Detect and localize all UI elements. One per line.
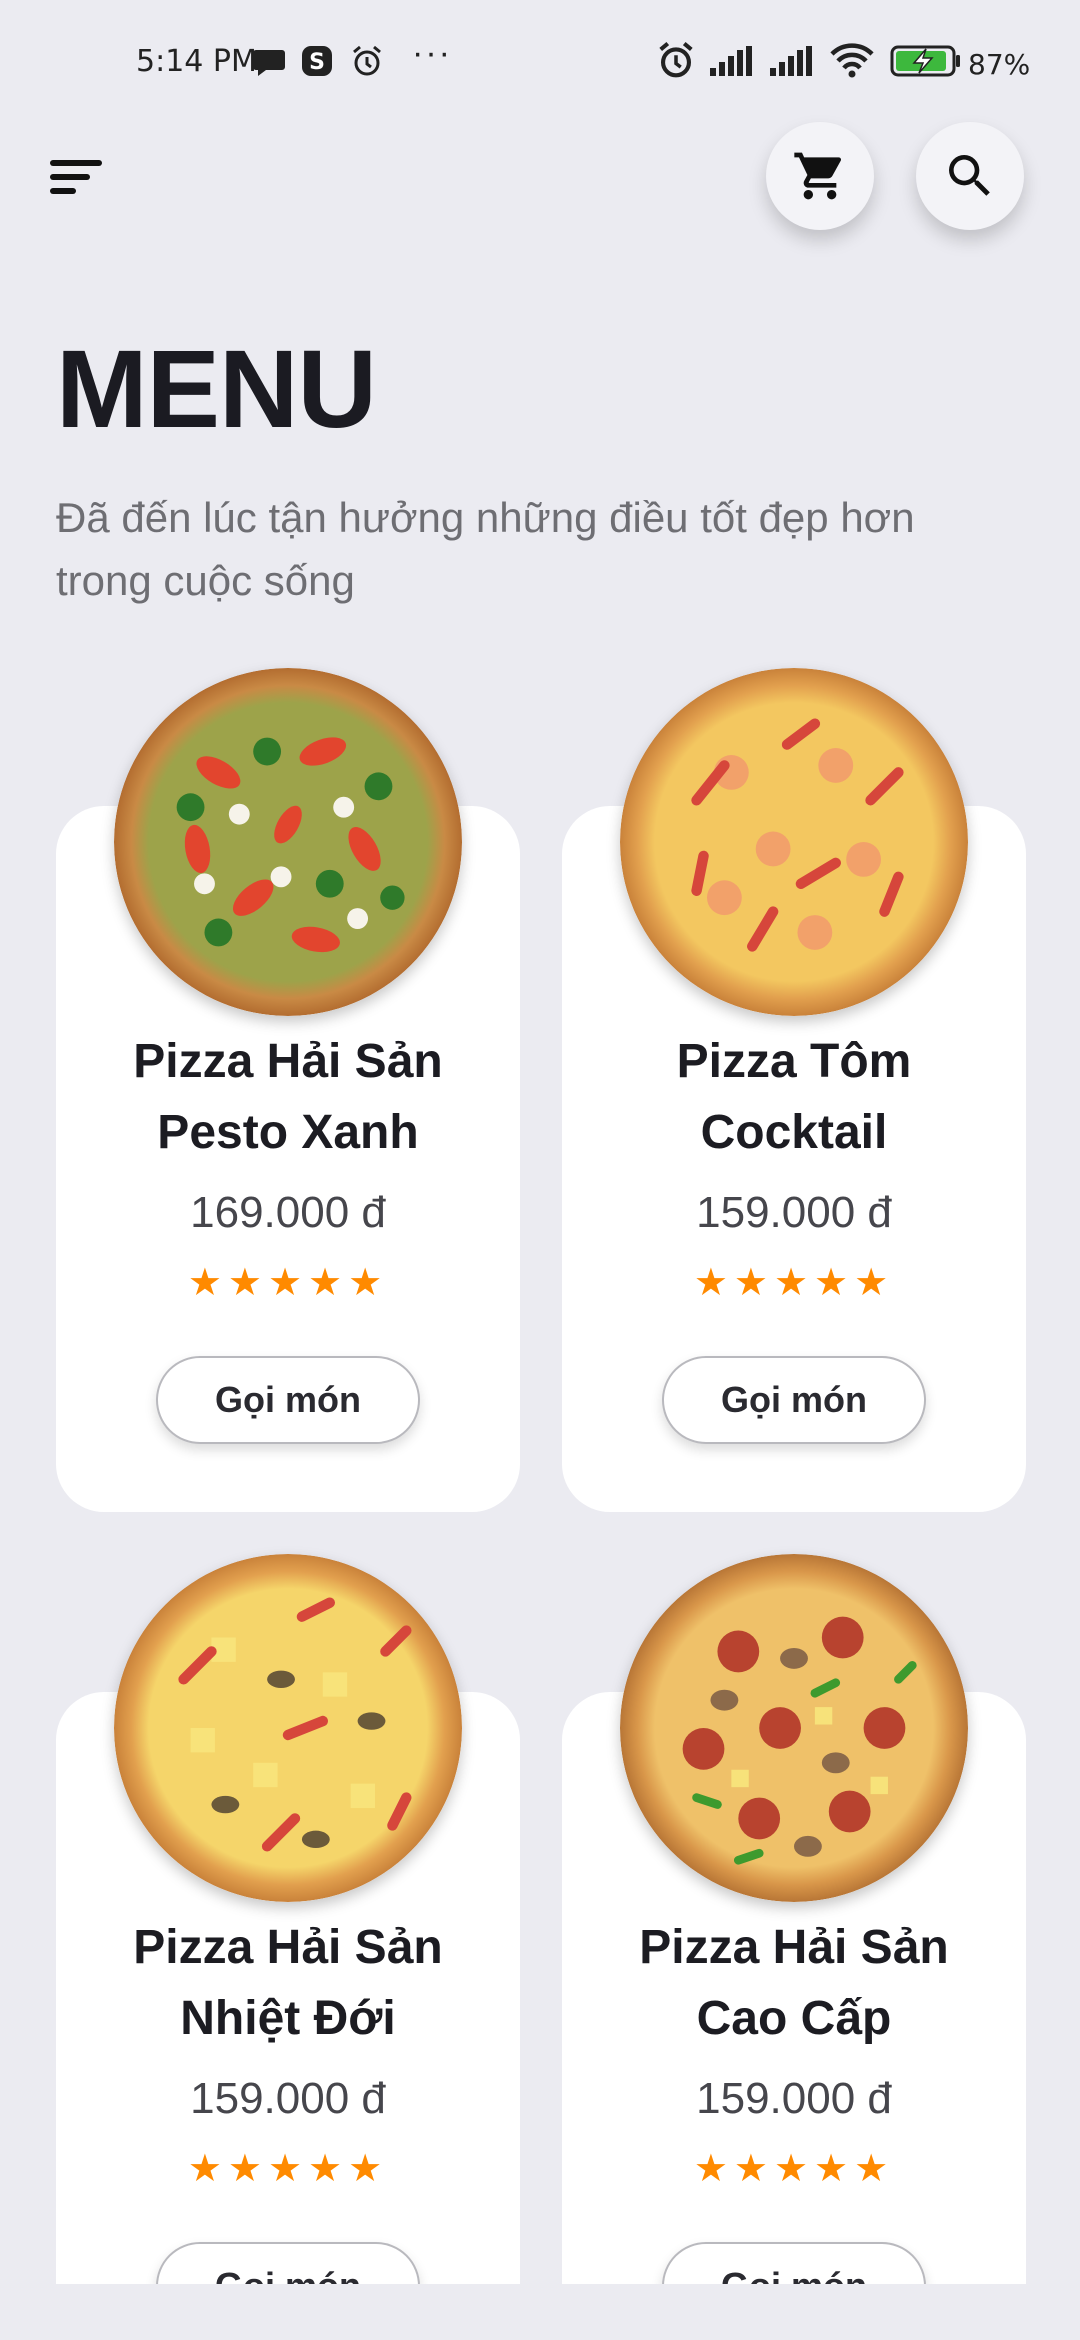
pizza-tropical-image xyxy=(114,1554,462,1902)
battery-percentage: 87% xyxy=(968,48,1031,81)
product-price: 159.000 đ xyxy=(190,2074,386,2123)
more-dots-icon: ··· xyxy=(412,34,452,72)
rating-stars: ★★★★★ xyxy=(693,2148,895,2190)
search-icon xyxy=(949,155,990,196)
pizza-premium-image xyxy=(620,1554,968,1902)
order-button[interactable]: Gọi món xyxy=(156,1356,420,1444)
cart-button[interactable] xyxy=(766,122,874,230)
product-price: 159.000 đ xyxy=(696,1188,892,1237)
signal-icon xyxy=(770,46,812,76)
alarm-icon xyxy=(659,41,693,78)
menu-screen: 5:14 PM S ··· 87% MENU Đã đến lúc tận hư… xyxy=(0,0,1080,2340)
menu-button[interactable] xyxy=(40,148,116,208)
product-price: 169.000 đ xyxy=(190,1188,386,1237)
order-button[interactable]: Gọi món xyxy=(662,1356,926,1444)
pizza-shrimp-cocktail-image xyxy=(620,668,968,1016)
product-price: 159.000 đ xyxy=(696,2074,892,2123)
pizza-pesto-image xyxy=(114,668,462,1016)
chat-icon xyxy=(253,50,285,76)
skype-icon: S xyxy=(302,46,332,76)
signal-icon xyxy=(710,46,752,76)
svg-text:S: S xyxy=(309,50,325,75)
alarm-icon xyxy=(353,45,381,76)
product-name: Pizza Hải Sản Cao Cấp xyxy=(639,1921,949,2045)
search-button[interactable] xyxy=(916,122,1024,230)
bottom-edge xyxy=(0,2284,1080,2340)
product-name: Pizza Hải Sản Pesto Xanh xyxy=(133,1035,443,1159)
battery-charging-icon xyxy=(890,45,960,77)
rating-stars: ★★★★★ xyxy=(187,1262,389,1304)
product-name: Pizza Hải Sản Nhiệt Đới xyxy=(133,1921,443,2045)
page-title: MENU xyxy=(56,328,377,451)
status-time: 5:14 PM xyxy=(136,44,257,79)
menu-lines-icon xyxy=(50,160,102,194)
status-bar: 5:14 PM S ··· 87% xyxy=(0,0,1080,120)
rating-stars: ★★★★★ xyxy=(693,1262,895,1304)
wifi-icon xyxy=(830,43,874,78)
page-subtitle: Đã đến lúc tận hưởng những điều tốt đẹp … xyxy=(56,494,915,604)
product-name: Pizza Tôm Cocktail xyxy=(676,1035,912,1159)
rating-stars: ★★★★★ xyxy=(187,2148,389,2190)
cart-icon xyxy=(794,152,842,200)
